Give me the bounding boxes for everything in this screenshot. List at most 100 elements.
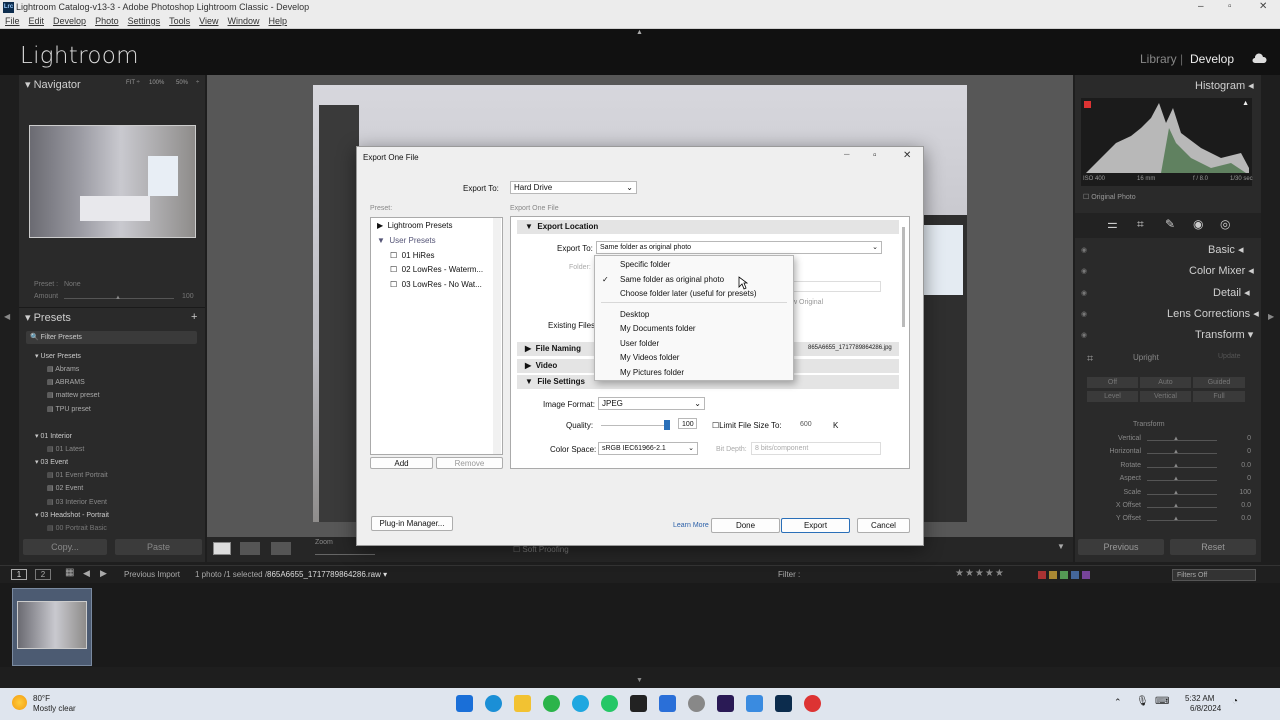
zoom-slider[interactable] <box>315 554 375 555</box>
collapse-bottom-icon[interactable]: ▼ <box>636 677 643 684</box>
clock-date[interactable]: 6/8/2024 <box>1190 704 1221 713</box>
grid-icon[interactable]: ▦ <box>65 567 74 578</box>
notification-icon[interactable]: ◔ <box>1232 696 1238 707</box>
lightroom-taskbar-icon[interactable] <box>775 695 792 712</box>
slider-thumb[interactable]: ▲ <box>1173 463 1179 469</box>
menu-file[interactable]: File <box>5 16 20 26</box>
panel-lens-corrections[interactable]: Lens Corrections ◂ <box>1167 307 1259 320</box>
quality-slider[interactable] <box>601 425 667 426</box>
section-export-location[interactable]: ▼ Export Location <box>517 220 899 234</box>
microphone-icon[interactable]: 🎙 <box>1136 696 1149 707</box>
tree-scrollbar[interactable] <box>493 218 501 454</box>
copy-button[interactable]: Copy... <box>23 539 107 555</box>
amount-slider-thumb[interactable]: ▲ <box>115 295 121 301</box>
preset-item[interactable]: ▤ 01 Event Portrait <box>47 471 108 479</box>
calculator-icon[interactable] <box>659 695 676 712</box>
remove-preset-button[interactable]: Remove <box>436 457 503 469</box>
before-after-icon[interactable] <box>240 542 260 555</box>
menu-edit[interactable]: Edit <box>29 16 45 26</box>
menu-help[interactable]: Help <box>269 16 288 26</box>
edit-sliders-icon[interactable]: ⚌ <box>1107 217 1118 231</box>
menu-tools[interactable]: Tools <box>169 16 190 26</box>
file-explorer-icon[interactable] <box>514 695 531 712</box>
settings-gear-icon[interactable] <box>688 695 705 712</box>
panel-basic[interactable]: Basic ◂ <box>1208 243 1243 256</box>
soft-proofing-checkbox[interactable]: ☐ Soft Proofing <box>513 545 569 554</box>
user-presets-group[interactable]: ▾ User Presets <box>35 352 81 360</box>
histogram-header[interactable]: Histogram ◂ <box>1195 79 1254 92</box>
zoom-50[interactable]: 50% <box>176 80 188 86</box>
file-name[interactable]: 865A6655_1717789864286.raw ▾ <box>267 570 387 579</box>
loupe-view-icon[interactable] <box>213 542 231 555</box>
zoom-100[interactable]: 100% <box>149 80 164 86</box>
preset-item[interactable]: ▤ mattew preset <box>47 391 100 399</box>
quality-input[interactable]: 100 <box>678 418 697 429</box>
bit-depth-select[interactable]: 8 bits/component <box>751 442 881 455</box>
window-2-button[interactable]: 2 <box>35 569 51 580</box>
image-format-select[interactable]: JPEG ⌄ <box>598 397 705 410</box>
heal-icon[interactable]: ✎ <box>1165 217 1175 231</box>
cancel-button[interactable]: Cancel <box>857 518 910 533</box>
rating-filter-stars[interactable]: ★★★★★ <box>955 568 1005 579</box>
add-preset-icon[interactable]: + <box>191 311 197 323</box>
purple-label-filter[interactable] <box>1082 571 1090 579</box>
filmstrip-thumbnail[interactable] <box>12 588 92 666</box>
limit-size-input[interactable]: 600 <box>800 421 812 428</box>
slider-track[interactable] <box>1147 493 1217 495</box>
original-option-partial[interactable]: w Original <box>792 299 823 306</box>
upright-level[interactable]: Level <box>1087 391 1138 402</box>
yellow-label-filter[interactable] <box>1049 571 1057 579</box>
collapse-top-icon[interactable]: ▲ <box>636 29 643 36</box>
collapse-left-icon[interactable]: ◀ <box>4 312 10 321</box>
folder-path-field[interactable] <box>785 281 881 292</box>
menu-develop[interactable]: Develop <box>53 16 86 26</box>
add-preset-button[interactable]: Add <box>370 457 433 469</box>
zoom-more[interactable]: ÷ <box>196 80 199 86</box>
quality-slider-thumb[interactable] <box>664 420 670 430</box>
maximize-icon[interactable]: ▫ <box>1228 1 1232 12</box>
eye-icon[interactable]: ◉ <box>1081 267 1087 275</box>
original-photo-checkbox[interactable]: ☐ Original Photo <box>1083 193 1136 201</box>
preset-item[interactable]: ▤ Abrams <box>47 365 79 373</box>
tree-preset-lowres-watermark[interactable]: ☐ 02 LowRes - Waterm... <box>390 265 483 274</box>
eye-icon[interactable]: ◉ <box>1081 331 1087 339</box>
export-to-select[interactable]: Hard Drive ⌄ <box>510 181 637 194</box>
preset-item[interactable]: ▤ 02 Event <box>47 484 83 492</box>
tree-preset-lowres-no-watermark[interactable]: ☐ 03 LowRes - No Wat... <box>390 280 482 289</box>
slider-thumb[interactable]: ▲ <box>1173 449 1179 455</box>
panel-transform[interactable]: Transform ▾ <box>1195 328 1253 341</box>
collapse-right-icon[interactable]: ▶ <box>1268 312 1274 321</box>
app-icon-dark[interactable] <box>630 695 647 712</box>
dialog-maximize-icon[interactable]: ▫ <box>873 150 877 161</box>
event-group[interactable]: ▾ 03 Event <box>35 458 68 466</box>
menu-view[interactable]: View <box>199 16 218 26</box>
slider-thumb[interactable]: ▲ <box>1173 436 1179 442</box>
whatsapp-icon[interactable] <box>601 695 618 712</box>
tree-user-presets[interactable]: ▼ User Presets <box>377 236 436 245</box>
reset-button[interactable]: Reset <box>1170 539 1256 555</box>
dropdown-pictures[interactable]: My Pictures folder <box>620 368 684 377</box>
dropdown-specific-folder[interactable]: Specific folder <box>620 260 670 269</box>
tray-overflow-icon[interactable]: ⌃ <box>1114 697 1122 708</box>
masking-icon[interactable]: ◎ <box>1220 217 1230 231</box>
presets-header[interactable]: ▾ Presets <box>25 311 71 324</box>
eye-icon[interactable]: ◉ <box>1081 246 1087 254</box>
learn-more-link[interactable]: Learn More <box>673 522 709 529</box>
green-label-filter[interactable] <box>1060 571 1068 579</box>
filters-off-select[interactable]: Filters Off <box>1172 569 1256 581</box>
photos-icon[interactable] <box>746 695 763 712</box>
menu-settings[interactable]: Settings <box>128 16 161 26</box>
dropdown-videos[interactable]: My Videos folder <box>620 353 679 362</box>
settings-scrollbar[interactable] <box>902 227 905 327</box>
weather-icon[interactable] <box>12 695 27 710</box>
skype-icon[interactable] <box>572 695 589 712</box>
back-arrow-icon[interactable]: ◀ <box>83 568 90 579</box>
dropdown-user-folder[interactable]: User folder <box>620 339 659 348</box>
slider-track[interactable] <box>1147 480 1217 482</box>
slider-track[interactable] <box>1147 520 1217 522</box>
navigator-header[interactable]: ▾ Navigator <box>25 78 81 91</box>
dropdown-desktop[interactable]: Desktop <box>620 310 649 319</box>
weather-temp[interactable]: 80°F <box>33 694 50 703</box>
red-label-filter[interactable] <box>1038 571 1046 579</box>
slider-thumb[interactable]: ▲ <box>1173 476 1179 482</box>
